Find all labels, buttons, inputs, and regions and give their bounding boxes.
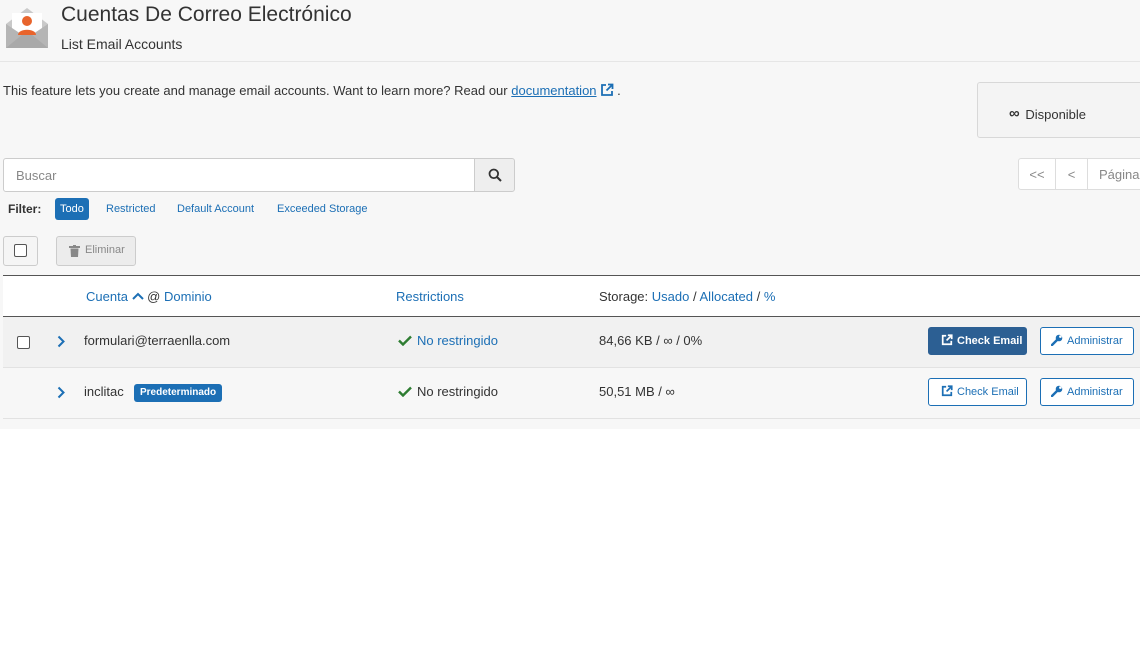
page-header: Cuentas De Correo Electrónico List Email…: [0, 0, 1140, 62]
storage-value: 50,51 MB / ∞: [599, 384, 675, 399]
previous-page-button[interactable]: <: [1055, 158, 1088, 190]
column-header-account: Cuenta @ Dominio: [86, 289, 212, 304]
row-checkbox[interactable]: [17, 336, 30, 349]
account-name: formulari@terraenlla.com: [84, 333, 231, 348]
availability-panel: ∞ Disponible: [977, 82, 1140, 138]
manage-label: Administrar: [1067, 386, 1123, 398]
trash-icon: [69, 245, 80, 257]
intro-sentence: This feature lets you create and manage …: [3, 83, 508, 98]
email-accounts-logo-icon: [6, 8, 48, 48]
search-input[interactable]: [3, 158, 477, 192]
external-link-icon: [941, 334, 953, 346]
manage-button[interactable]: Administrar: [1040, 327, 1134, 355]
sort-by-domain[interactable]: Dominio: [164, 289, 212, 304]
first-page-button[interactable]: <<: [1018, 158, 1056, 190]
filter-default-account[interactable]: Default Account: [177, 198, 254, 220]
sort-by-used[interactable]: Usado: [652, 289, 690, 304]
manage-label: Administrar: [1067, 335, 1123, 347]
filter-restricted[interactable]: Restricted: [106, 198, 156, 220]
restriction-text: No restringido: [417, 384, 498, 399]
filter-all[interactable]: Todo: [55, 198, 89, 220]
sort-by-account[interactable]: Cuenta: [86, 289, 128, 304]
default-account-badge: Predeterminado: [134, 384, 223, 402]
sort-by-percent[interactable]: %: [764, 289, 776, 304]
check-email-label: Check Email: [957, 335, 1023, 347]
at-symbol: @: [147, 289, 161, 304]
page-title: Cuentas De Correo Electrónico: [61, 3, 352, 26]
search-button[interactable]: [474, 158, 515, 192]
page-indicator: Página: [1087, 158, 1140, 190]
external-link-icon: [941, 385, 953, 397]
intro-text: This feature lets you create and manage …: [3, 83, 621, 98]
sort-ascending-icon[interactable]: [131, 292, 144, 300]
select-all-checkbox-box[interactable]: [14, 244, 27, 257]
table-header: Cuenta @ Dominio Restrictions Storage: U…: [3, 275, 1140, 318]
search-icon: [488, 168, 502, 182]
check-email-button[interactable]: Check Email: [928, 327, 1027, 355]
checkmark-icon: [398, 386, 412, 397]
wrench-icon: [1051, 385, 1063, 397]
pagination: << < Página: [1018, 158, 1140, 190]
infinity-icon: ∞: [1009, 105, 1020, 122]
chevron-right-icon[interactable]: [57, 386, 65, 399]
intro-trailing: .: [617, 83, 621, 98]
select-all-checkbox[interactable]: [3, 236, 38, 266]
filter-label: Filter:: [8, 202, 42, 216]
check-email-button[interactable]: Check Email: [928, 378, 1027, 406]
account-name: inclitac: [84, 384, 124, 399]
delete-button[interactable]: Eliminar: [56, 236, 136, 266]
filter-exceeded-storage[interactable]: Exceeded Storage: [277, 198, 368, 220]
restriction-status: No restringido: [398, 333, 498, 348]
table-row: formulari@terraenlla.com No restringido …: [3, 317, 1140, 368]
check-email-label: Check Email: [957, 386, 1019, 398]
documentation-link[interactable]: documentation: [511, 83, 596, 98]
storage-label: Storage:: [599, 289, 649, 304]
storage-value: 84,66 KB / ∞ / 0%: [599, 333, 703, 348]
sort-by-allocated[interactable]: Allocated: [700, 289, 753, 304]
manage-button[interactable]: Administrar: [1040, 378, 1134, 406]
storage-separator: /: [756, 289, 761, 304]
external-link-icon[interactable]: [600, 83, 614, 97]
storage-separator: /: [692, 289, 697, 304]
checkmark-icon: [398, 335, 412, 346]
table-row: inclitac Predeterminado No restringido 5…: [3, 368, 1140, 419]
chevron-right-icon[interactable]: [57, 335, 65, 348]
wrench-icon: [1051, 334, 1063, 346]
column-header-restrictions[interactable]: Restrictions: [396, 289, 464, 304]
restriction-status: No restringido: [398, 384, 498, 399]
delete-button-label: Eliminar: [85, 244, 125, 256]
email-accounts-page: Cuentas De Correo Electrónico List Email…: [0, 0, 1140, 429]
restriction-link[interactable]: No restringido: [417, 333, 498, 348]
column-header-storage: Storage: Usado / Allocated / %: [599, 289, 775, 304]
page-subtitle: List Email Accounts: [61, 36, 183, 52]
availability-label: Disponible: [1025, 107, 1087, 122]
